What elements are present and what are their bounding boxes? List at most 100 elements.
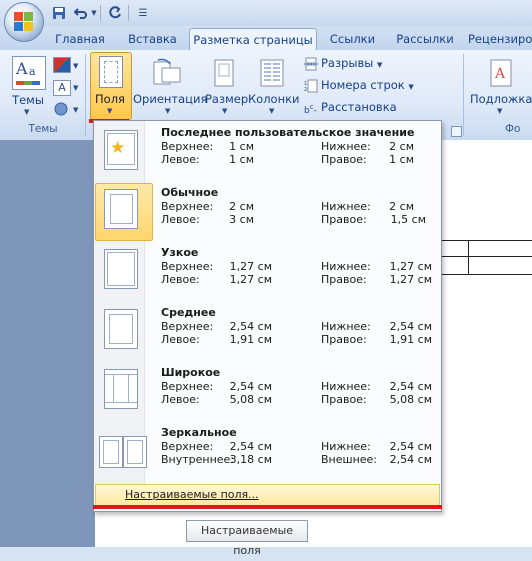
watermark-label[interactable]: Подложка: [470, 92, 532, 106]
margin-preset-title[interactable]: Обычное: [161, 186, 218, 199]
orientation-label[interactable]: Ориентация: [133, 92, 207, 106]
office-button[interactable]: [4, 2, 44, 42]
margin-preset-wide-icon: [104, 369, 138, 409]
page-setup-launcher-icon[interactable]: [451, 126, 462, 137]
theme-colors-dropdown-icon[interactable]: ▼: [73, 62, 78, 70]
hyphenation-icon[interactable]: bc-: [304, 100, 320, 116]
qa-separator: [100, 5, 101, 21]
hyphenation-label[interactable]: Расстановка переносов ▼: [321, 98, 461, 133]
theme-effects-dropdown-icon[interactable]: ▼: [73, 106, 78, 114]
breaks-label[interactable]: Разрывы ▼: [321, 54, 441, 73]
table-line: [440, 256, 532, 257]
tab-page-layout[interactable]: Разметка страницы: [189, 28, 317, 52]
margin-label: Правое:: [321, 273, 367, 286]
margin-value: 3 см: [229, 213, 254, 226]
custom-margins-label[interactable]: Настраиваемые поля...: [125, 488, 259, 501]
margin-label: Правое:: [321, 153, 367, 166]
margin-value: 2,54 см: [389, 380, 432, 393]
margin-label: Правое:: [321, 333, 367, 346]
watermark-dropdown-icon[interactable]: ▼: [497, 107, 502, 115]
margin-value: 2,54 см: [389, 453, 432, 466]
margin-label: Нижнее:: [321, 140, 371, 153]
menu-icon-strip: [94, 121, 145, 484]
margin-value: 2,54 см: [229, 380, 272, 393]
breaks-icon[interactable]: [304, 57, 318, 71]
customize-qa-icon[interactable]: ☰: [134, 4, 152, 22]
size-dropdown-icon[interactable]: ▼: [222, 107, 227, 115]
margin-label: Внешнее:: [321, 453, 378, 466]
columns-icon[interactable]: [259, 58, 285, 88]
margin-label: Верхнее:: [161, 260, 214, 273]
margin-label: Нижнее:: [321, 260, 371, 273]
group-separator: [463, 54, 464, 136]
theme-colors-icon[interactable]: [53, 57, 71, 73]
margin-value: 1 см: [229, 153, 254, 166]
columns-dropdown-icon[interactable]: ▼: [269, 107, 274, 115]
orientation-dropdown-icon[interactable]: ▼: [165, 107, 170, 115]
tooltip: Настраиваемые поля: [186, 520, 308, 557]
margin-preset-medium-icon: [104, 309, 138, 349]
line-numbers-icon[interactable]: 12: [304, 79, 318, 93]
undo-icon[interactable]: [72, 4, 90, 22]
margin-label: Левое:: [161, 273, 200, 286]
margin-value: 1,27 см: [229, 260, 272, 273]
margin-value: 2 см: [229, 200, 254, 213]
margin-value: 2 см: [389, 140, 414, 153]
margin-label: Левое:: [161, 213, 200, 226]
columns-label[interactable]: Колонки: [248, 92, 300, 106]
page-background-group-label: Фо: [505, 123, 521, 135]
margin-label: Верхнее:: [161, 380, 214, 393]
margin-value: 3,18 см: [229, 453, 272, 466]
size-label[interactable]: Размер: [205, 92, 248, 106]
office-logo-icon: [14, 12, 34, 32]
tab-review[interactable]: Рецензиро: [468, 28, 532, 50]
margin-preset-mirrored-right-icon: [123, 436, 147, 468]
theme-effects-icon[interactable]: [53, 102, 69, 116]
margin-preset-title[interactable]: Широкое: [161, 366, 220, 379]
margin-value: 2 см: [389, 200, 414, 213]
margin-label: Нижнее:: [321, 440, 371, 453]
tab-home[interactable]: Главная: [50, 28, 110, 50]
margin-label: Нижнее:: [321, 200, 371, 213]
orientation-icon[interactable]: [152, 58, 182, 88]
size-icon[interactable]: [213, 58, 237, 88]
margin-value: 1,27 см: [389, 273, 432, 286]
tab-mailings[interactable]: Рассылки: [390, 28, 460, 50]
margin-label: Верхнее:: [161, 440, 214, 453]
redo-icon[interactable]: [106, 4, 124, 22]
margin-value: 1 см: [229, 140, 254, 153]
margin-value: 1,27 см: [389, 260, 432, 273]
margin-label: Правое:: [321, 393, 367, 406]
theme-fonts-icon[interactable]: A: [53, 80, 71, 96]
margin-label: Верхнее:: [161, 140, 214, 153]
themes-label[interactable]: Темы: [8, 93, 48, 107]
themes-icon[interactable]: A a: [12, 56, 46, 90]
margin-preset-title[interactable]: Среднее: [161, 306, 216, 319]
qa-separator: [128, 5, 129, 21]
watermark-icon[interactable]: A: [489, 58, 513, 88]
theme-fonts-dropdown-icon[interactable]: ▼: [73, 84, 78, 92]
margin-label: Левое:: [161, 333, 200, 346]
margin-preset-last-custom-icon: ★: [104, 130, 138, 170]
undo-dropdown-icon[interactable]: ▼: [90, 4, 98, 22]
themes-dropdown-icon[interactable]: ▼: [24, 108, 29, 116]
save-icon[interactable]: [50, 4, 68, 22]
margin-value: 1 см: [389, 153, 414, 166]
svg-text:A: A: [494, 66, 506, 82]
margin-value: 1,91 см: [389, 333, 432, 346]
margin-label: Нижнее:: [321, 380, 371, 393]
margin-value: 2,54 см: [229, 440, 272, 453]
margin-preset-narrow-icon: [104, 249, 138, 289]
margin-label: Правое:: [321, 213, 367, 226]
tab-insert[interactable]: Вставка: [120, 28, 185, 50]
margin-preset-title[interactable]: Узкое: [161, 246, 198, 259]
margin-preset-title[interactable]: Зеркальное: [161, 426, 237, 439]
margin-label: Левое:: [161, 393, 200, 406]
margin-preset-title[interactable]: Последнее пользовательское значение: [161, 126, 414, 139]
tab-references[interactable]: Ссылки: [320, 28, 385, 50]
line-numbers-label[interactable]: Номера строк ▼: [321, 76, 441, 95]
fields-dropdown-icon: ▼: [107, 107, 113, 115]
fields-label: Поля: [95, 92, 125, 106]
margin-label: Верхнее:: [161, 320, 214, 333]
margin-value: 2,54 см: [229, 320, 272, 333]
